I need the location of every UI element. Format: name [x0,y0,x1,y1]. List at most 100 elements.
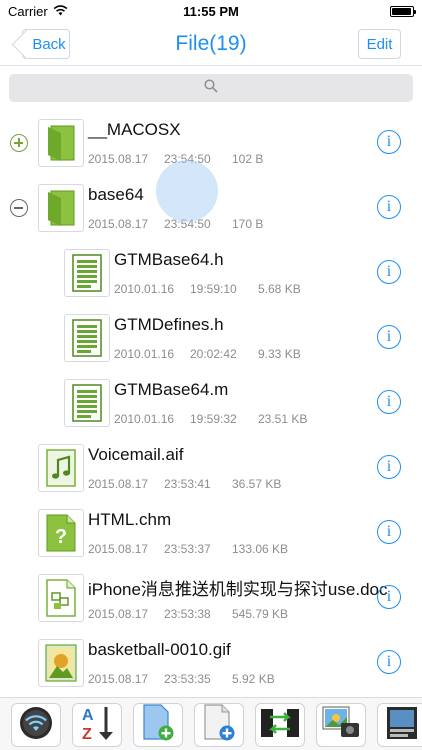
file-meta: 2015.08.17 23:53:37 133.06 KB [88,542,288,556]
file-name: Voicemail.aif [88,445,184,464]
photo-import-button[interactable] [316,703,366,747]
info-icon[interactable]: i [377,260,401,284]
search-bar[interactable] [9,74,413,102]
file-date: 2015.08.17 [88,477,149,491]
file-name: __MACOSX [88,120,181,139]
file-name: iPhone消息推送机制实现与探讨use.doc [88,580,388,599]
expand-icon[interactable] [10,134,28,152]
status-bar: Carrier 11:55 PM [0,0,422,22]
file-size: 170 B [232,217,264,231]
file-size: 36.57 KB [232,477,282,491]
info-icon[interactable]: i [377,195,401,219]
navigation-bar: Back File(19) Edit [0,22,422,66]
info-icon[interactable]: i [377,130,401,154]
file-size: 102 B [232,152,264,166]
folder-file-icon [38,184,84,232]
file-size: 133.06 KB [232,542,289,556]
sort-az-button[interactable]: AZ [72,703,122,747]
collapse-icon[interactable] [10,199,28,217]
new-document-button[interactable] [194,703,244,747]
file-meta: 2010.01.16 19:59:10 5.68 KB [114,282,301,296]
file-date: 2010.01.16 [114,282,175,296]
wifi-signal-icon [53,4,68,19]
new-file-icon [141,703,175,747]
svg-text:Z: Z [82,726,92,742]
file-meta: 2010.01.16 20:02:42 9.33 KB [114,347,301,361]
search-icon [204,78,218,98]
file-size: 5.92 KB [232,672,275,686]
file-row[interactable]: __MACOSX 2015.08.17 23:54:50 102 Bi [0,110,422,175]
text-file-icon [64,314,110,362]
file-size: 23.51 KB [258,412,308,426]
media-icon [385,705,419,746]
sort-az-icon: AZ [79,704,115,747]
file-name: GTMDefines.h [114,315,224,334]
file-date: 2015.08.17 [88,152,149,166]
file-size: 545.79 KB [232,607,289,621]
file-date: 2015.08.17 [88,672,149,686]
back-button[interactable]: Back [22,29,70,59]
text-file-icon [64,379,110,427]
info-icon[interactable]: i [377,455,401,479]
transfer-button[interactable] [255,703,305,747]
file-size: 5.68 KB [258,282,301,296]
file-time: 19:59:10 [190,282,237,296]
file-row[interactable]: basketball-0010.gif 2015.08.17 23:53:35 5.9… [0,630,422,695]
info-icon[interactable]: i [377,390,401,414]
file-meta: 2015.08.17 23:53:38 545.79 KB [88,607,288,621]
file-name: GTMBase64.h [114,250,224,269]
file-name: HTML.chm [88,510,172,529]
text-file-icon [64,249,110,297]
file-time: 23:53:35 [164,672,211,686]
image-file-icon [38,639,84,687]
file-name: GTMBase64.m [114,380,229,399]
wifi-share-button[interactable] [11,703,61,747]
new-document-icon [202,703,236,747]
file-name: basketball-0010.gif [88,640,231,659]
file-name: base64 [88,185,144,204]
file-date: 2010.01.16 [114,347,175,361]
info-icon[interactable]: i [377,650,401,674]
svg-text:A: A [82,707,94,724]
file-date: 2015.08.17 [88,217,149,231]
audio-file-icon [38,444,84,492]
new-file-button[interactable] [133,703,183,747]
file-time: 23:53:38 [164,607,211,621]
carrier-label: Carrier [8,3,48,19]
file-row[interactable]: Voicemail.aif 2015.08.17 23:53:41 36.57 KB i [0,435,422,500]
wifi-share-icon [16,705,56,746]
file-meta: 2010.01.16 19:59:32 23.51 KB [114,412,307,426]
file-meta: 2015.08.17 23:53:41 36.57 KB [88,477,281,491]
file-row[interactable]: ? HTML.chm 2015.08.17 23:53:37 133.06 KB i [0,500,422,565]
help-file-icon: ? [38,509,84,557]
file-time: 19:59:32 [190,412,237,426]
svg-text:?: ? [55,526,67,548]
back-button-label: Back [32,35,66,53]
doc-file-icon [38,574,84,622]
media-button[interactable] [377,703,422,747]
folder-file-icon [38,119,84,167]
file-date: 2015.08.17 [88,607,149,621]
file-time: 23:53:41 [164,477,211,491]
touch-indicator [156,160,218,222]
edit-button[interactable]: Edit [358,29,401,59]
file-date: 2010.01.16 [114,412,175,426]
page-title: File(19) [175,31,247,55]
file-date: 2015.08.17 [88,542,149,556]
battery-level [392,7,411,15]
file-time: 23:53:37 [164,542,211,556]
transfer-icon [260,706,300,745]
file-row[interactable]: iPhone消息推送机制实现与探讨use.doc 2015.08.17 23:53:… [0,565,422,630]
info-icon[interactable]: i [377,520,401,544]
photo-import-icon [321,705,361,746]
file-meta: 2015.08.17 23:53:35 5.92 KB [88,672,275,686]
file-size: 9.33 KB [258,347,301,361]
info-icon[interactable]: i [377,585,401,609]
file-row[interactable]: GTMBase64.h 2010.01.16 19:59:10 5.68 KB i [0,240,422,305]
info-icon[interactable]: i [377,325,401,349]
battery-icon [390,5,416,17]
bottom-toolbar: AZ [0,697,422,750]
file-row[interactable]: GTMDefines.h 2010.01.16 20:02:42 9.33 KB i [0,305,422,370]
file-row[interactable]: GTMBase64.m 2010.01.16 19:59:32 23.51 KB i [0,370,422,435]
file-time: 20:02:42 [190,347,237,361]
